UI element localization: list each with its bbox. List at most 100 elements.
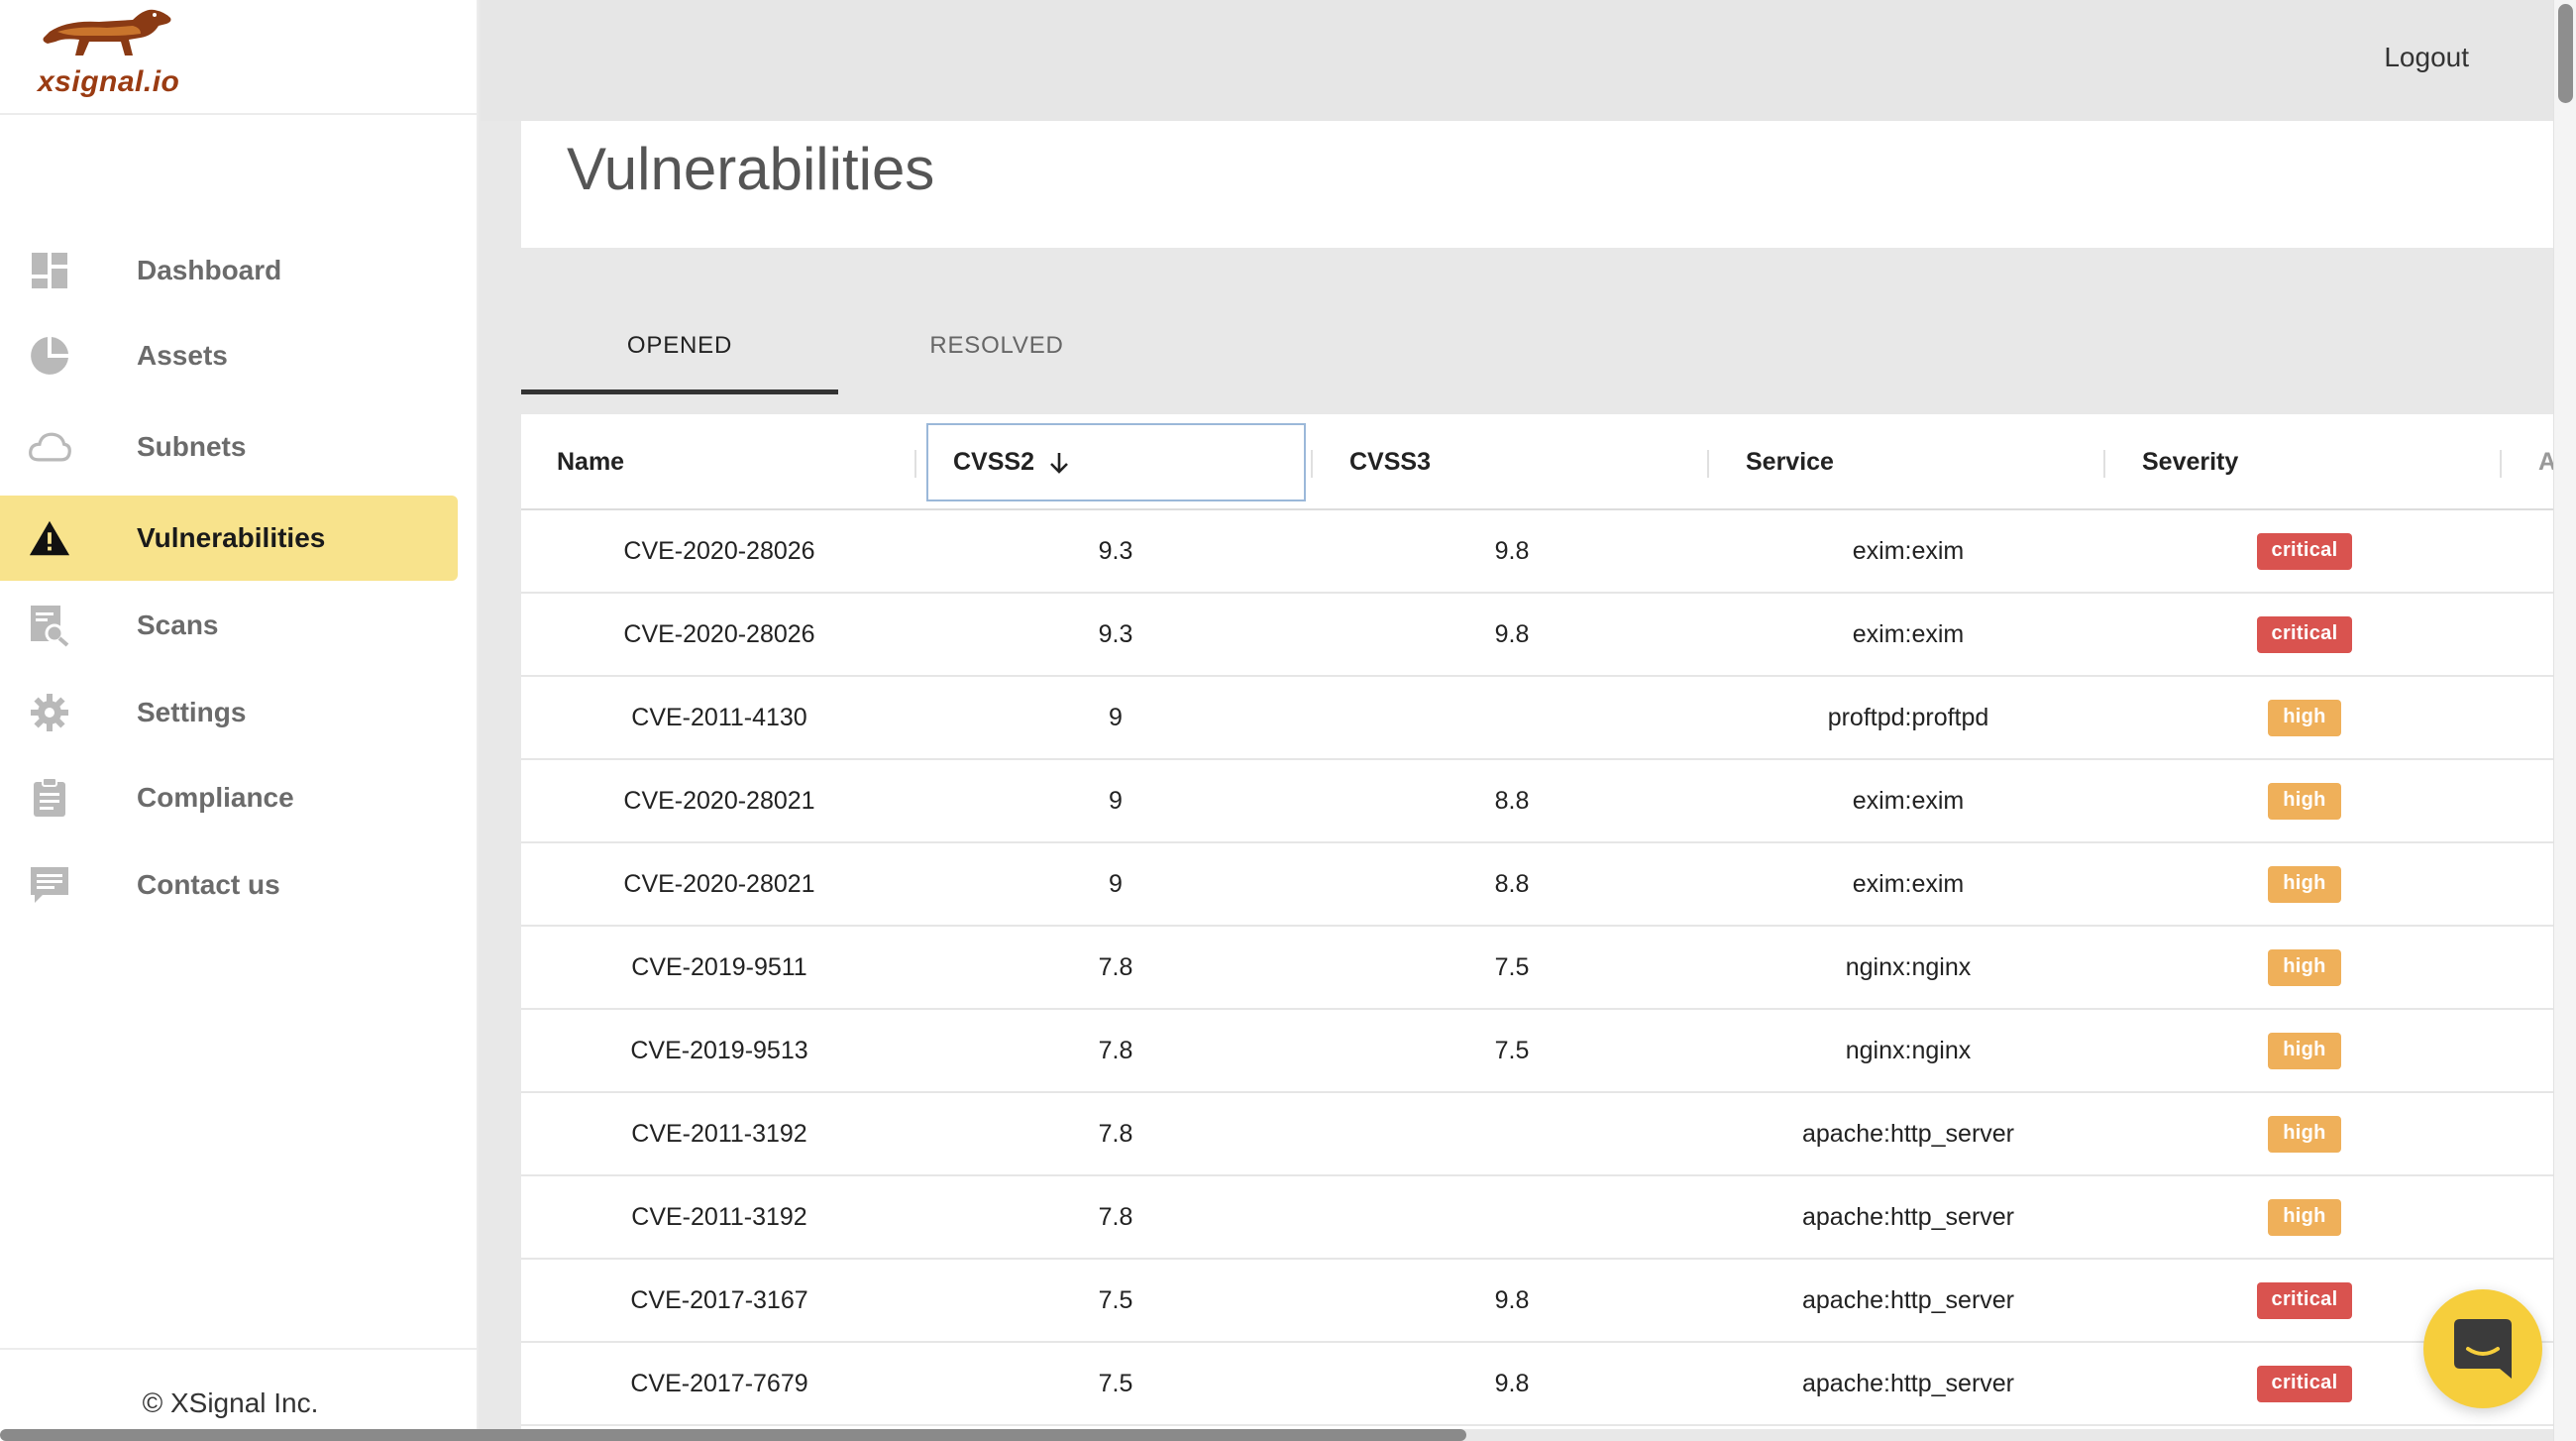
table-header: Name CVSS2 CVSS3 Service Severity Ass <box>521 414 2553 510</box>
cell-name: CVE-2017-7679 <box>630 1369 808 1397</box>
column-header-name[interactable]: Name <box>557 414 624 510</box>
cell-severity: high <box>2106 760 2503 841</box>
tab-opened[interactable]: OPENED <box>521 297 838 394</box>
cell-cvss3: 9.8 <box>1494 536 1530 565</box>
table-row[interactable]: CVE-2011-3192 7.8 apache:http_server high <box>521 1176 2553 1260</box>
sidebar-item-subnets[interactable]: Subnets <box>0 404 458 490</box>
cell-cvss2: 7.8 <box>1098 952 1133 981</box>
severity-badge: high <box>2268 1198 2341 1236</box>
cell-service: exim:exim <box>1852 786 1965 815</box>
sidebar-item-assets[interactable]: Assets <box>0 313 458 398</box>
cell-name: CVE-2017-3167 <box>630 1285 808 1314</box>
cell-severity: high <box>2106 927 2503 1008</box>
page-header: Vulnerabilities <box>521 121 2553 248</box>
column-header-service[interactable]: Service <box>1746 414 1834 510</box>
severity-badge: high <box>2268 865 2341 903</box>
cell-service: exim:exim <box>1852 536 1965 565</box>
sidebar-item-label: Subnets <box>137 431 247 462</box>
page-title: Vulnerabilities <box>567 136 935 202</box>
logout-button[interactable]: Logout <box>2384 42 2469 73</box>
sidebar-item-dashboard[interactable]: Dashboard <box>0 228 458 313</box>
cell-severity: high <box>2106 677 2503 758</box>
cell-name: CVE-2020-28021 <box>623 869 815 898</box>
brand[interactable]: xsignal.io <box>0 0 477 115</box>
sidebar-item-label: Vulnerabilities <box>137 522 326 553</box>
column-header-assets[interactable]: Ass <box>2538 414 2553 510</box>
horizontal-scrollbar[interactable] <box>0 1429 1466 1441</box>
cell-name: CVE-2019-9511 <box>631 952 807 981</box>
cell-cvss3: 8.8 <box>1494 786 1530 815</box>
sidebar-item-contact-us[interactable]: Contact us <box>0 842 458 928</box>
cell-name: CVE-2020-28026 <box>623 619 815 648</box>
table-row[interactable]: CVE-2019-9513 7.8 7.5 nginx:nginx high <box>521 1010 2553 1093</box>
column-separator[interactable] <box>1311 450 1313 478</box>
sidebar-footer: © XSignal Inc. <box>0 1348 479 1441</box>
column-separator[interactable] <box>2500 450 2502 478</box>
cell-service: proftpd:proftpd <box>1827 703 1989 731</box>
severity-badge: high <box>2268 948 2341 986</box>
severity-badge: high <box>2268 699 2341 736</box>
sidebar-item-scans[interactable]: Scans <box>0 583 458 668</box>
column-header-cvss3[interactable]: CVSS3 <box>1349 414 1431 510</box>
brand-name: xsignal.io <box>38 65 180 98</box>
cell-name: CVE-2011-3192 <box>631 1119 807 1148</box>
severity-badge: high <box>2268 1115 2341 1153</box>
cell-cvss2: 9.3 <box>1098 536 1133 565</box>
table-row[interactable]: CVE-2020-28021 9 8.8 exim:exim high <box>521 843 2553 927</box>
chat-icon <box>28 863 71 907</box>
cell-cvss2: 7.8 <box>1098 1202 1133 1231</box>
scrollbar-thumb[interactable] <box>2558 4 2573 103</box>
table-row[interactable]: CVE-2011-3192 7.8 apache:http_server high <box>521 1093 2553 1176</box>
vertical-scrollbar[interactable] <box>2553 0 2576 1441</box>
cell-severity: critical <box>2106 510 2503 592</box>
severity-badge: high <box>2268 782 2341 820</box>
sidebar-item-label: Compliance <box>137 782 294 813</box>
table-row[interactable]: CVE-2017-7679 7.5 9.8 apache:http_server cri… <box>521 1343 2553 1426</box>
vulnerabilities-table: Name CVSS2 CVSS3 Service Severity Ass CV… <box>521 414 2553 1429</box>
cell-cvss2: 9.3 <box>1098 619 1133 648</box>
column-header-severity[interactable]: Severity <box>2142 414 2238 510</box>
sidebar-item-compliance[interactable]: Compliance <box>0 755 458 840</box>
sidebar-item-label: Assets <box>137 340 228 371</box>
gear-icon <box>28 691 71 734</box>
cell-cvss2: 7.8 <box>1098 1119 1133 1148</box>
chat-widget-button[interactable] <box>2423 1289 2542 1408</box>
sidebar-item-settings[interactable]: Settings <box>0 670 458 755</box>
table-row[interactable]: CVE-2019-9511 7.8 7.5 nginx:nginx high <box>521 927 2553 1010</box>
cloud-icon <box>28 425 71 469</box>
cell-service: exim:exim <box>1852 619 1965 648</box>
cell-service: nginx:nginx <box>1845 1036 1972 1064</box>
cell-severity: critical <box>2106 594 2503 675</box>
table-row[interactable]: CVE-2020-28026 9.3 9.8 exim:exim critical <box>521 510 2553 594</box>
dachshund-logo-icon <box>43 9 171 55</box>
cell-service: nginx:nginx <box>1845 952 1972 981</box>
scan-search-icon <box>28 604 71 647</box>
table-row[interactable]: CVE-2020-28026 9.3 9.8 exim:exim critical <box>521 594 2553 677</box>
cell-cvss2: 7.8 <box>1098 1036 1133 1064</box>
table-row[interactable]: CVE-2011-4130 9 proftpd:proftpd high <box>521 677 2553 760</box>
sidebar-item-label: Contact us <box>137 869 280 900</box>
table-row[interactable]: CVE-2017-3167 7.5 9.8 apache:http_server cri… <box>521 1260 2553 1343</box>
dashboard-icon <box>28 249 71 292</box>
cell-cvss2: 7.5 <box>1098 1369 1133 1397</box>
sidebar-item-vulnerabilities[interactable]: Vulnerabilities <box>0 496 458 581</box>
tab-resolved[interactable]: RESOLVED <box>838 297 1155 394</box>
severity-badge: critical <box>2256 1365 2353 1402</box>
cell-service: apache:http_server <box>1801 1285 2015 1314</box>
sidebar-item-label: Settings <box>137 697 247 727</box>
top-bar: Logout <box>481 0 2576 121</box>
table-row[interactable]: CVE-2020-28021 9 8.8 exim:exim high <box>521 760 2553 843</box>
severity-badge: high <box>2268 1032 2341 1069</box>
column-header-cvss2[interactable]: CVSS2 <box>953 414 1070 510</box>
cell-cvss3 <box>1314 1176 1710 1258</box>
cell-cvss3: 7.5 <box>1494 952 1530 981</box>
severity-badge: critical <box>2256 1281 2353 1319</box>
cell-name: CVE-2019-9513 <box>630 1036 808 1064</box>
active-tab-indicator <box>521 389 838 394</box>
column-separator[interactable] <box>1707 450 1709 478</box>
arrow-down-icon <box>1050 452 1068 474</box>
cell-severity: high <box>2106 1010 2503 1091</box>
column-separator[interactable] <box>914 450 916 478</box>
severity-badge: critical <box>2256 532 2353 570</box>
column-separator[interactable] <box>2103 450 2105 478</box>
